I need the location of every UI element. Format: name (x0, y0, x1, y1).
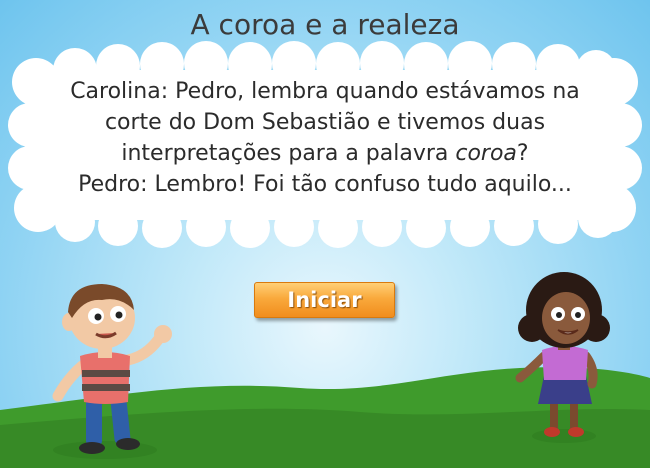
dialogue-line: interpretações para a palavra coroa? (40, 138, 610, 169)
dialogue-line: Carolina: Pedro, lembra quando estávamos… (70, 79, 580, 104)
dialogue-line: corte do Dom Sebastião e tivemos duas (104, 110, 546, 135)
dialogue-text: Carolina: Pedro, lembra quando estávamos… (40, 76, 610, 200)
dialogue-text-segment: ? (516, 141, 529, 166)
scene: A coroa e a realeza Carolina: Pedro, lem… (0, 0, 650, 468)
dialogue-emphasis-word: coroa (455, 141, 517, 166)
start-button[interactable]: Iniciar (254, 282, 395, 318)
dialogue-line: Pedro: Lembro! Foi tão confuso tudo aqui… (78, 172, 572, 197)
boy-character (52, 284, 172, 459)
girl-character (515, 272, 610, 443)
dialogue-text-segment: interpretações para a palavra (121, 141, 456, 166)
